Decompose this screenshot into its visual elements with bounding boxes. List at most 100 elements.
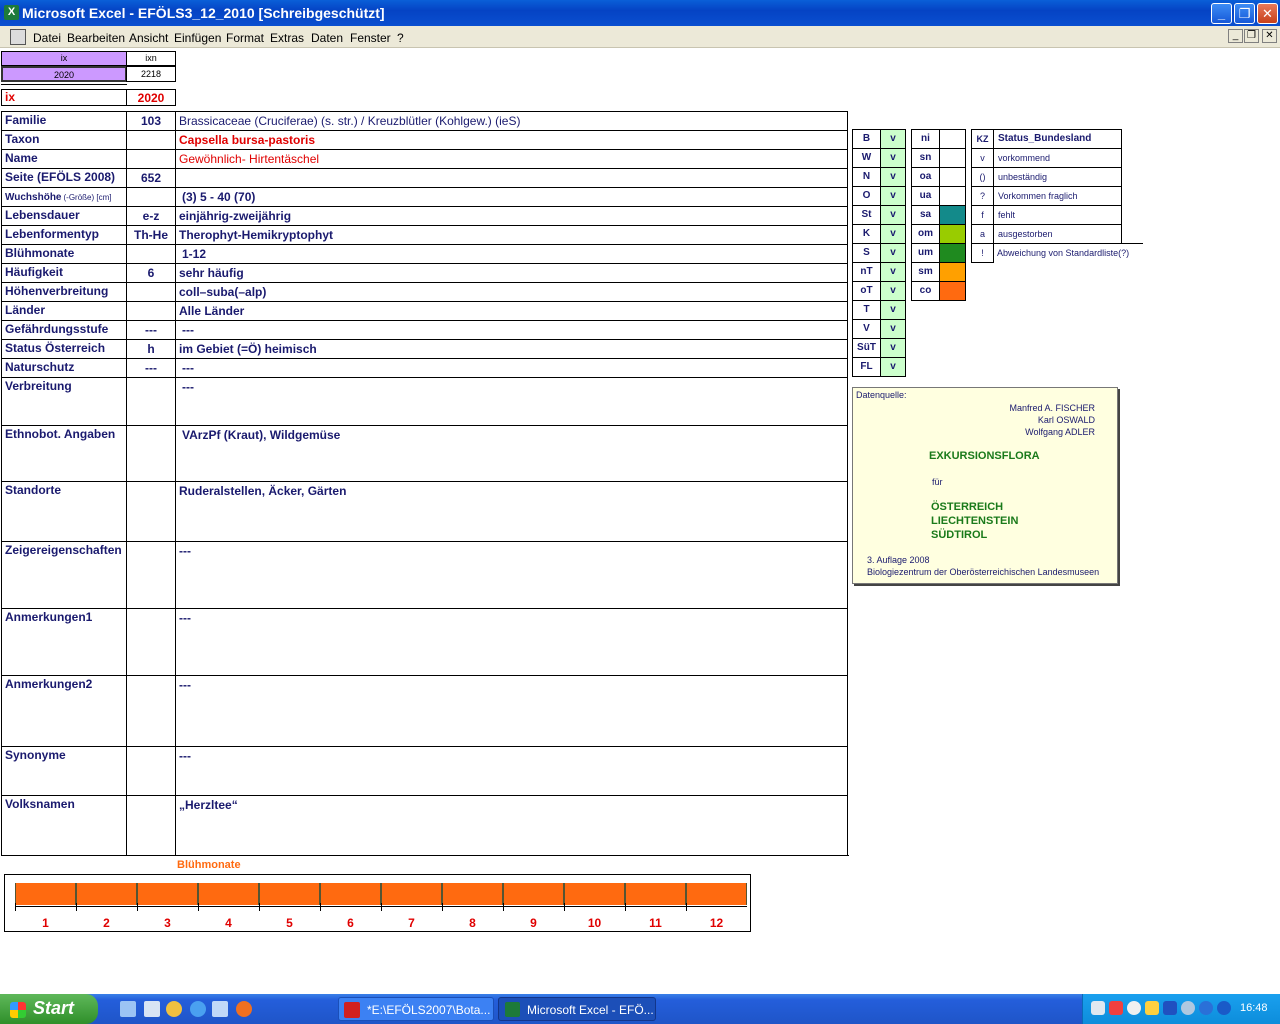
- quicklaunch-icon[interactable]: [144, 1001, 160, 1017]
- field-code[interactable]: [126, 377, 176, 426]
- field-code[interactable]: ---: [126, 320, 176, 340]
- field-value[interactable]: Therophyt-Hemikryptophyt: [175, 225, 848, 245]
- field-value[interactable]: Capsella bursa-pastoris: [175, 130, 848, 150]
- region-code[interactable]: T: [852, 300, 881, 320]
- field-code[interactable]: [126, 425, 176, 482]
- field-label[interactable]: Taxon: [1, 130, 127, 150]
- menu-bearbeiten[interactable]: Bearbeiten: [67, 31, 125, 45]
- region-status[interactable]: v: [880, 357, 906, 377]
- field-value[interactable]: im Gebiet (=Ö) heimisch: [175, 339, 848, 359]
- legend-text[interactable]: Vorkommen fraglich: [993, 186, 1122, 206]
- field-code[interactable]: 103: [126, 111, 176, 131]
- legend-kz-header[interactable]: KZ: [971, 129, 994, 149]
- region-status[interactable]: v: [880, 281, 906, 301]
- ix-value-cell[interactable]: 2020: [1, 66, 127, 82]
- region-code[interactable]: W: [852, 148, 881, 168]
- legend-text[interactable]: fehlt: [993, 205, 1122, 225]
- field-code[interactable]: [126, 675, 176, 747]
- field-label[interactable]: Wuchshöhe (-Größe) [cm]: [1, 187, 127, 207]
- legend-kz[interactable]: !: [971, 243, 994, 263]
- field-value[interactable]: ---: [175, 608, 848, 676]
- legend-text[interactable]: ausgestorben: [993, 224, 1122, 244]
- firefox-icon[interactable]: [236, 1001, 252, 1017]
- field-label[interactable]: Synonyme: [1, 746, 127, 796]
- region-code[interactable]: nT: [852, 262, 881, 282]
- field-label[interactable]: Status Österreich: [1, 339, 127, 359]
- tray-icon[interactable]: [1217, 1001, 1231, 1015]
- doc-close-button[interactable]: ✕: [1262, 29, 1277, 43]
- region-status[interactable]: v: [880, 319, 906, 339]
- bloom-chart[interactable]: 1 2 3 4 5 6 7 8 9 10 11 12: [4, 874, 751, 932]
- field-label[interactable]: Ethnobot. Angaben: [1, 425, 127, 482]
- field-code[interactable]: [126, 541, 176, 609]
- menu-fenster[interactable]: Fenster: [350, 31, 391, 45]
- altitude-code[interactable]: sn: [911, 148, 940, 168]
- doc-minimize-button[interactable]: _: [1228, 29, 1243, 43]
- field-code[interactable]: 6: [126, 263, 176, 283]
- menu-einfuegen[interactable]: Einfügen: [174, 31, 221, 45]
- altitude-color-swatch[interactable]: [939, 167, 966, 187]
- minimize-button[interactable]: _: [1211, 3, 1232, 24]
- field-code[interactable]: 652: [126, 168, 176, 188]
- field-value[interactable]: (3) 5 - 40 (70): [175, 187, 848, 207]
- excel-app-icon[interactable]: X: [4, 5, 19, 20]
- altitude-color-swatch[interactable]: [939, 205, 966, 225]
- field-value[interactable]: ---: [175, 358, 848, 378]
- ixn-header[interactable]: ixn: [126, 51, 176, 66]
- region-status[interactable]: v: [880, 186, 906, 206]
- field-code[interactable]: [126, 608, 176, 676]
- altitude-code[interactable]: sa: [911, 205, 940, 225]
- field-value[interactable]: ---: [175, 541, 848, 609]
- legend-kz[interactable]: a: [971, 224, 994, 244]
- field-value[interactable]: ---: [175, 746, 848, 796]
- region-code[interactable]: S: [852, 243, 881, 263]
- field-value[interactable]: [175, 168, 848, 188]
- region-status[interactable]: v: [880, 224, 906, 244]
- field-value[interactable]: coll–suba(–alp): [175, 282, 848, 302]
- field-label[interactable]: Standorte: [1, 481, 127, 542]
- field-label[interactable]: Anmerkungen2: [1, 675, 127, 747]
- altitude-color-swatch[interactable]: [939, 148, 966, 168]
- field-label[interactable]: Familie: [1, 111, 127, 131]
- region-code[interactable]: B: [852, 129, 881, 149]
- legend-text[interactable]: unbeständig: [993, 167, 1122, 187]
- restore-button[interactable]: ❐: [1234, 3, 1255, 24]
- region-code[interactable]: FL: [852, 357, 881, 377]
- field-code[interactable]: [126, 481, 176, 542]
- field-label[interactable]: Lebensdauer: [1, 206, 127, 226]
- region-status[interactable]: v: [880, 167, 906, 187]
- field-label[interactable]: Häufigkeit: [1, 263, 127, 283]
- info-icon[interactable]: [1199, 1001, 1213, 1015]
- region-code[interactable]: oT: [852, 281, 881, 301]
- quicklaunch-icon[interactable]: [212, 1001, 228, 1017]
- field-code[interactable]: [126, 244, 176, 264]
- field-value[interactable]: Brassicaceae (Cruciferae) (s. str.) / Kr…: [175, 111, 848, 131]
- region-status[interactable]: v: [880, 205, 906, 225]
- field-label[interactable]: Anmerkungen1: [1, 608, 127, 676]
- clock[interactable]: 16:48: [1240, 1002, 1268, 1014]
- menu-help[interactable]: ?: [397, 31, 404, 45]
- menu-extras[interactable]: Extras: [270, 31, 304, 45]
- tray-icon[interactable]: [1109, 1001, 1123, 1015]
- altitude-code[interactable]: ua: [911, 186, 940, 206]
- region-code[interactable]: SüT: [852, 338, 881, 358]
- field-code[interactable]: [126, 301, 176, 321]
- field-value[interactable]: „Herzltee“: [175, 795, 848, 856]
- altitude-code[interactable]: om: [911, 224, 940, 244]
- field-value[interactable]: VArzPf (Kraut), Wildgemüse: [175, 425, 848, 482]
- field-label[interactable]: Volksnamen: [1, 795, 127, 856]
- field-code[interactable]: h: [126, 339, 176, 359]
- tray-icon[interactable]: [1145, 1001, 1159, 1015]
- field-code[interactable]: e-z: [126, 206, 176, 226]
- search-icon[interactable]: [1127, 1001, 1141, 1015]
- document-icon[interactable]: [10, 29, 26, 45]
- start-button[interactable]: Start: [0, 994, 98, 1024]
- field-label[interactable]: Blühmonate: [1, 244, 127, 264]
- region-status[interactable]: v: [880, 338, 906, 358]
- altitude-code[interactable]: sm: [911, 262, 940, 282]
- altitude-code[interactable]: co: [911, 281, 940, 301]
- altitude-color-swatch[interactable]: [939, 224, 966, 244]
- altitude-code[interactable]: um: [911, 243, 940, 263]
- field-label[interactable]: Seite (EFÖLS 2008): [1, 168, 127, 188]
- region-status[interactable]: v: [880, 262, 906, 282]
